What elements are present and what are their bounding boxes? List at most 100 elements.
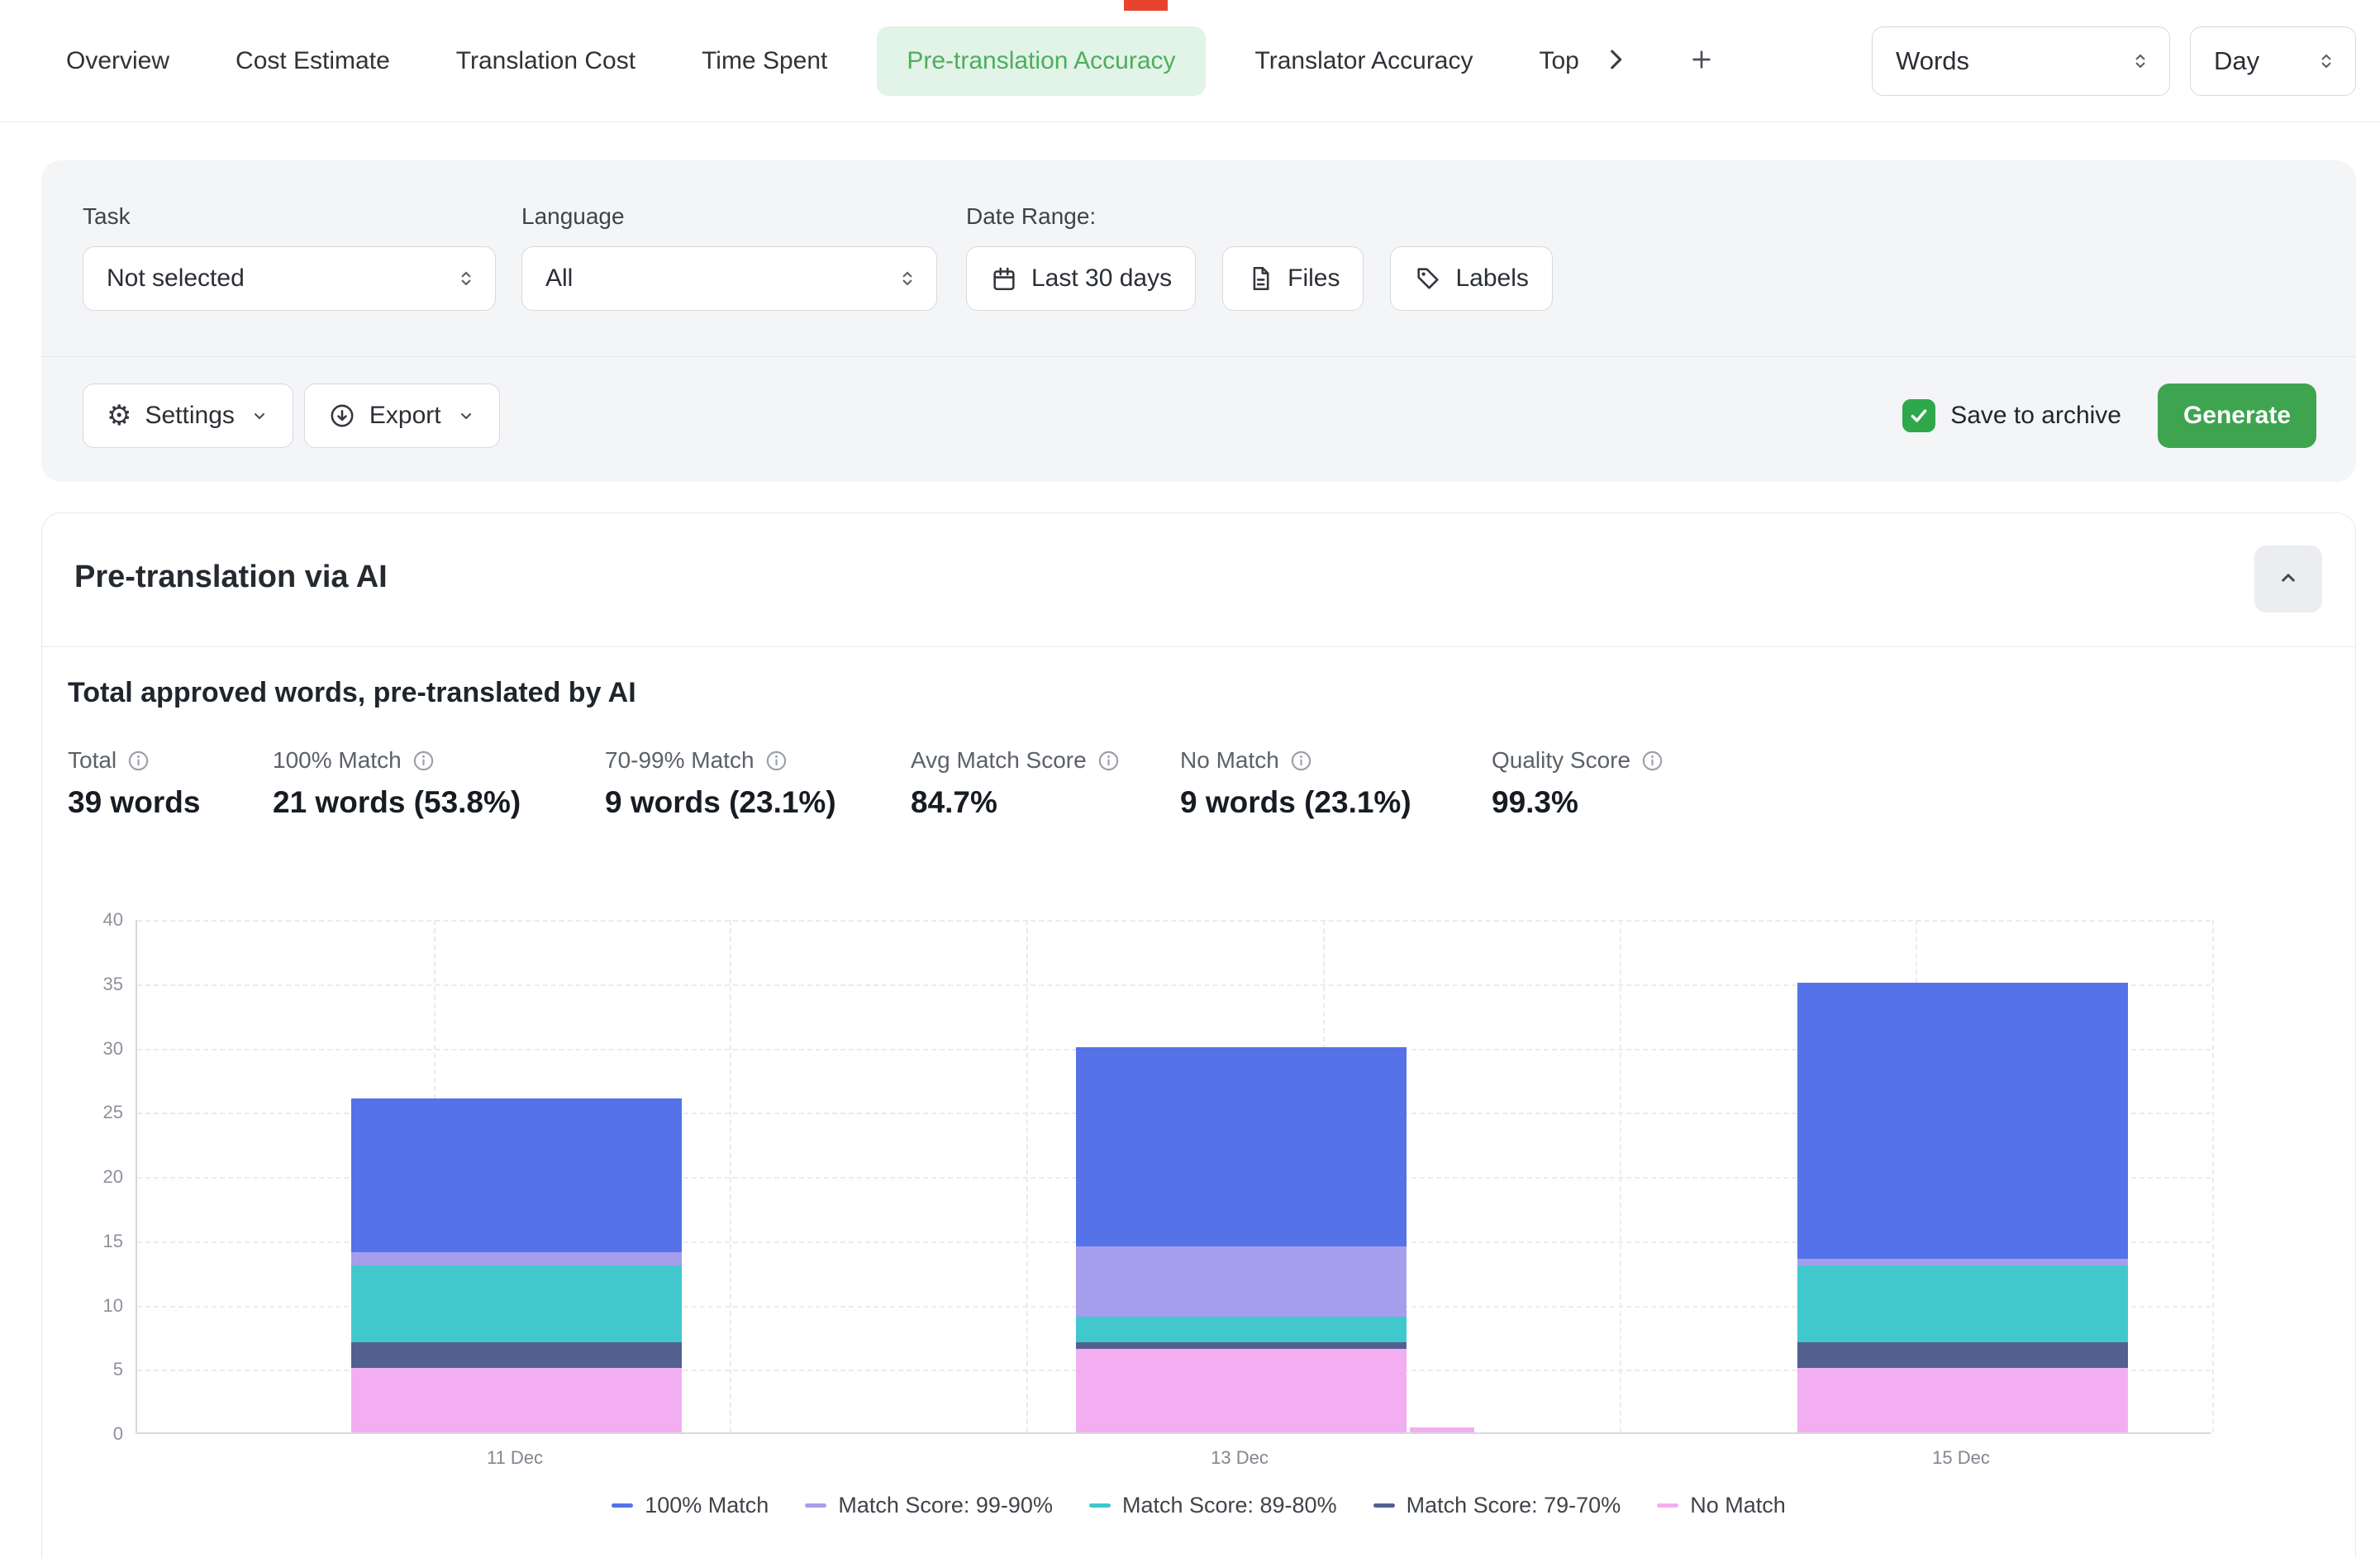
legend-item-100-match[interactable]: 100% Match	[612, 1493, 769, 1518]
date-range-label: Date Range:	[966, 203, 1553, 230]
info-icon[interactable]	[1640, 749, 1664, 773]
calendar-icon	[990, 264, 1018, 293]
unfold-icon	[2130, 50, 2151, 72]
legend-label: 100% Match	[645, 1493, 769, 1518]
legend-item-79-70[interactable]: Match Score: 79-70%	[1373, 1493, 1621, 1518]
files-button-label: Files	[1288, 264, 1340, 293]
collapse-report-button[interactable]	[2254, 546, 2322, 612]
h-gridline	[137, 920, 2211, 922]
info-icon[interactable]	[412, 749, 436, 773]
chevron-down-icon	[250, 406, 269, 426]
y-tick-label: 30	[103, 1038, 123, 1060]
bar-segment[interactable]	[1076, 1246, 1407, 1317]
y-tick-label: 10	[103, 1295, 123, 1317]
tab-top-truncated[interactable]: Top	[1540, 47, 1579, 75]
stat-quality-score-value: 99.3%	[1492, 785, 1664, 820]
bar-segment[interactable]	[1076, 1047, 1407, 1246]
x-tick-label: 13 Dec	[1211, 1447, 1269, 1469]
filter-divider	[41, 356, 2356, 357]
bar-segment[interactable]	[1797, 1342, 2128, 1368]
files-button[interactable]: Files	[1222, 246, 1364, 311]
legend-item-89-80[interactable]: Match Score: 89-80%	[1089, 1493, 1337, 1518]
tab-translator-accuracy[interactable]: Translator Accuracy	[1255, 47, 1473, 75]
stat-total-value: 39 words	[68, 785, 273, 820]
chart-legend: 100% Match Match Score: 99-90% Match Sco…	[42, 1493, 2355, 1518]
task-label: Task	[83, 203, 496, 230]
chevron-right-icon	[1602, 45, 1630, 76]
tab-pre-translation-accuracy[interactable]: Pre-translation Accuracy	[877, 26, 1205, 96]
bar-segment[interactable]	[1797, 983, 2128, 1259]
tab-overview[interactable]: Overview	[66, 47, 169, 75]
report-divider	[42, 646, 2355, 647]
task-select[interactable]: Not selected	[83, 246, 496, 311]
v-gridline	[2212, 920, 2214, 1432]
unfold-icon	[2316, 50, 2337, 72]
legend-item-no-match[interactable]: No Match	[1657, 1493, 1786, 1518]
tabs-scroll-right-button[interactable]	[1596, 41, 1635, 81]
screen-indicator-bar	[1124, 0, 1168, 11]
settings-button[interactable]: ⚙ Settings	[83, 384, 293, 448]
v-gridline	[1620, 920, 1621, 1432]
bar-segment[interactable]	[351, 1098, 682, 1253]
generate-button[interactable]: Generate	[2158, 384, 2316, 448]
language-select[interactable]: All	[521, 246, 937, 311]
bar-segment[interactable]	[1797, 1265, 2128, 1342]
stat-100-match: 100% Match 21 words (53.8%)	[273, 747, 605, 820]
language-select-value: All	[545, 264, 573, 293]
bar-segment[interactable]	[1797, 1259, 2128, 1265]
bar-segment[interactable]	[1797, 1368, 2128, 1432]
y-tick-label: 25	[103, 1102, 123, 1123]
report-title: Pre-translation via AI	[74, 560, 388, 595]
y-axis-labels: 0510152025303540	[42, 877, 123, 1475]
legend-dash-icon	[1657, 1503, 1678, 1508]
stat-avg-match-score-label: Avg Match Score	[911, 747, 1087, 774]
tab-cost-estimate[interactable]: Cost Estimate	[236, 47, 390, 75]
mini-bar-segment[interactable]	[1410, 1427, 1474, 1432]
labels-button-label: Labels	[1455, 264, 1528, 293]
bar-segment[interactable]	[351, 1342, 682, 1368]
report-tab-bar: Overview Cost Estimate Translation Cost …	[0, 0, 2380, 122]
unit-select[interactable]: Words	[1872, 26, 2170, 96]
report-tabs: Overview Cost Estimate Translation Cost …	[66, 26, 1579, 96]
task-select-value: Not selected	[107, 264, 245, 293]
period-select[interactable]: Day	[2190, 26, 2356, 96]
info-icon[interactable]	[764, 749, 788, 773]
stat-quality-score: Quality Score 99.3%	[1492, 747, 1664, 820]
legend-dash-icon	[805, 1503, 826, 1508]
chart-plot	[136, 920, 2211, 1434]
export-button[interactable]: Export	[304, 384, 500, 448]
report-card: Pre-translation via AI Total approved wo…	[41, 512, 2356, 1558]
tab-translation-cost[interactable]: Translation Cost	[456, 47, 635, 75]
bar-segment[interactable]	[351, 1265, 682, 1342]
tab-time-spent[interactable]: Time Spent	[702, 47, 827, 75]
legend-label: Match Score: 89-80%	[1122, 1493, 1337, 1518]
bar-segment[interactable]	[351, 1252, 682, 1265]
unfold-icon	[897, 268, 918, 289]
x-tick-label: 11 Dec	[487, 1447, 543, 1469]
unfold-icon	[455, 268, 477, 289]
bar-segment[interactable]	[1076, 1317, 1407, 1342]
save-to-archive-checkbox[interactable]	[1902, 399, 1935, 432]
export-button-label: Export	[369, 402, 441, 430]
settings-button-label: Settings	[145, 402, 234, 430]
info-icon[interactable]	[1289, 749, 1313, 773]
bar-segment[interactable]	[1076, 1342, 1407, 1349]
labels-button[interactable]: Labels	[1390, 246, 1552, 311]
bar-segment[interactable]	[1076, 1349, 1407, 1432]
date-range-button[interactable]: Last 30 days	[966, 246, 1196, 311]
bar-segment[interactable]	[351, 1368, 682, 1432]
stat-total-label: Total	[68, 747, 117, 774]
stat-quality-score-label: Quality Score	[1492, 747, 1630, 774]
info-icon[interactable]	[126, 749, 150, 773]
add-report-tab-button[interactable]	[1682, 41, 1721, 81]
chevron-up-icon	[2276, 565, 2301, 593]
legend-dash-icon	[612, 1503, 633, 1508]
info-icon[interactable]	[1097, 749, 1121, 773]
y-tick-label: 40	[103, 909, 123, 931]
legend-item-99-90[interactable]: Match Score: 99-90%	[805, 1493, 1053, 1518]
legend-label: No Match	[1690, 1493, 1786, 1518]
unit-select-value: Words	[1896, 46, 1969, 76]
date-range-value: Last 30 days	[1031, 264, 1172, 293]
y-tick-label: 35	[103, 974, 123, 995]
download-icon	[328, 402, 356, 430]
